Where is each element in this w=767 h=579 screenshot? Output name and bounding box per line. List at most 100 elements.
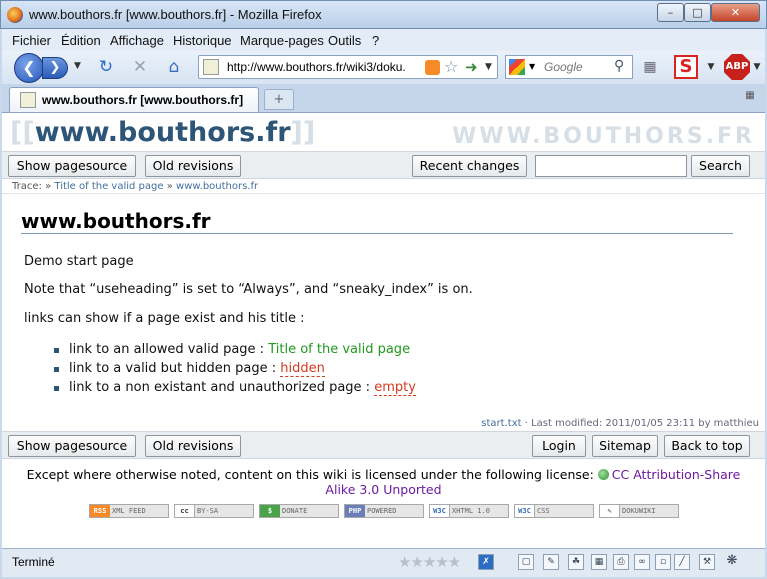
breadcrumb: Trace: » Title of the valid page » www.b…	[12, 181, 258, 192]
minimize-button[interactable]: –	[657, 3, 684, 22]
top-button-bar: Show pagesource Old revisions Recent cha…	[2, 151, 765, 179]
list-bullet	[54, 386, 59, 391]
folder-icon[interactable]: ▫	[655, 554, 671, 570]
stumble-icon[interactable]: S	[674, 55, 698, 79]
tools-icon[interactable]: ⚒	[699, 554, 715, 570]
forward-button[interactable]: ❯	[42, 57, 68, 79]
sitemap-button[interactable]: Sitemap	[592, 435, 658, 457]
license-link-continued[interactable]: Alike 3.0 Unported	[325, 482, 441, 497]
recent-changes-button[interactable]: Recent changes	[412, 155, 527, 177]
bug-icon[interactable]: ❋	[724, 554, 740, 570]
wiki-search-input[interactable]	[535, 155, 687, 177]
addon-icon[interactable]: ✗	[478, 554, 494, 570]
trace-divider	[2, 193, 765, 194]
home-icon[interactable]: ⌂	[164, 57, 184, 77]
valid-page-link[interactable]: Title of the valid page	[268, 342, 410, 357]
license-text: Except where otherwise noted, content on…	[26, 467, 594, 482]
bookmark-star-icon[interactable]: ☆	[444, 57, 458, 76]
old-revisions-button[interactable]: Old revisions	[145, 155, 241, 177]
site-name[interactable]: www.bouthors.fr	[35, 117, 291, 148]
url-text[interactable]: http://www.bouthors.fr/wiki3/doku.	[227, 60, 406, 74]
heading-rule	[21, 233, 733, 234]
list-item-text: link to a valid but hidden page :	[69, 361, 277, 376]
window-title-bar: www.bouthors.fr [www.bouthors.fr] - Mozi…	[0, 0, 767, 29]
list-item: link to an allowed valid page : Title of…	[69, 342, 410, 357]
new-tab-button[interactable]: +	[264, 89, 294, 110]
web-search-box[interactable]: ▼ Google ⚲	[505, 55, 633, 79]
donate-badge[interactable]: $ DONATE	[259, 504, 339, 518]
trace-link-valid-page[interactable]: Title of the valid page	[54, 181, 163, 192]
rating-stars-icon[interactable]: ★★★★★	[398, 553, 461, 571]
dokuwiki-badge[interactable]: ✎ DOKUWIKI	[599, 504, 679, 518]
url-dropdown-icon[interactable]: ▼	[485, 62, 492, 72]
page-icon[interactable]: ▢	[518, 554, 534, 570]
reload-icon[interactable]: ↻	[96, 57, 116, 77]
menu-outils[interactable]: Outils	[328, 33, 361, 48]
adblock-icon[interactable]: ABP	[724, 54, 750, 80]
save-icon[interactable]: ▦	[591, 554, 607, 570]
list-item-text: link to an allowed valid page :	[69, 342, 265, 357]
chart-icon[interactable]: ╱	[674, 554, 690, 570]
empty-page-link[interactable]: empty	[374, 380, 416, 396]
print-icon[interactable]: ⎙	[613, 554, 629, 570]
back-to-top-button[interactable]: Back to top	[664, 435, 750, 457]
rss-badge[interactable]: RSS XML FEED	[89, 504, 169, 518]
css-badge[interactable]: W3C CSS	[514, 504, 594, 518]
menu-marque-pages[interactable]: Marque-pages	[240, 33, 324, 48]
list-item-text: link to a non existant and unauthorized …	[69, 380, 371, 395]
list-bullet	[54, 348, 59, 353]
old-revisions-button-bottom[interactable]: Old revisions	[145, 435, 241, 457]
stop-icon[interactable]: ✕	[130, 57, 150, 77]
paragraph-intro: Demo start page	[24, 254, 134, 269]
menu-historique[interactable]: Historique	[173, 33, 232, 48]
adblock-dropdown-icon[interactable]: ▼	[752, 55, 762, 79]
google-engine-icon[interactable]	[509, 59, 525, 75]
site-logo[interactable]: [[www.bouthors.fr]]	[10, 117, 315, 148]
hidden-page-link[interactable]: hidden	[280, 361, 325, 377]
license-link[interactable]: CC Attribution-Share	[612, 467, 741, 482]
clip-icon[interactable]: ∞	[634, 554, 650, 570]
search-icon[interactable]: ⚲	[614, 58, 624, 74]
close-window-button[interactable]: ✕	[711, 3, 760, 22]
extension-dropdown-icon[interactable]: ▼	[706, 55, 716, 79]
back-button[interactable]: ❮	[14, 53, 44, 83]
bottom-button-bar: Show pagesource Old revisions Login Site…	[2, 431, 765, 459]
site-name-watermark: WWW.BOUTHORS.FR	[452, 124, 755, 149]
rss-feed-icon[interactable]	[425, 60, 440, 75]
menu-bar: Fichier Édition Affichage Historique Mar…	[2, 29, 765, 51]
login-button[interactable]: Login	[532, 435, 586, 457]
php-badge[interactable]: PHP POWERED	[344, 504, 424, 518]
menu-help[interactable]: ?	[372, 33, 379, 48]
status-text: Terminé	[12, 555, 55, 569]
cc-license-badge[interactable]: cc BY-SA	[174, 504, 254, 518]
tree-icon[interactable]: ☘	[568, 554, 584, 570]
menu-edition[interactable]: Édition	[61, 33, 101, 48]
show-pagesource-button-bottom[interactable]: Show pagesource	[8, 435, 136, 457]
trace-separator: »	[45, 181, 52, 192]
address-bar[interactable]: http://www.bouthors.fr/wiki3/doku. ☆ ➜ ▼	[198, 55, 498, 79]
show-pagesource-button[interactable]: Show pagesource	[8, 155, 136, 177]
tab-favicon	[20, 92, 36, 108]
license-notice: Except where otherwise noted, content on…	[2, 467, 765, 497]
status-bar: Terminé ★★★★★ ✗ ▢ ✎ ☘ ▦ ⎙ ∞ ▫ ╱ ⚒ ❋	[2, 548, 765, 577]
logo-bracket-open: [[	[10, 117, 35, 148]
search-placeholder[interactable]: Google	[544, 60, 583, 74]
tab-list-icon[interactable]: ▦	[742, 90, 758, 106]
edit-icon[interactable]: ✎	[543, 554, 559, 570]
menu-affichage[interactable]: Affichage	[110, 33, 164, 48]
grid-icon[interactable]: ▦	[639, 55, 661, 79]
maximize-button[interactable]: □	[684, 3, 711, 22]
source-file-name: start.txt	[481, 418, 522, 429]
paragraph-links-intro: links can show if a page exist and his t…	[24, 311, 305, 326]
trace-separator: »	[166, 181, 173, 192]
go-arrow-icon[interactable]: ➜	[465, 58, 478, 76]
engine-dropdown-icon[interactable]: ▼	[529, 62, 535, 71]
page-title: www.bouthors.fr	[21, 209, 211, 233]
wiki-search-button[interactable]: Search	[691, 155, 750, 177]
last-modified-text: · Last modified: 2011/01/05 23:11 by mat…	[524, 418, 759, 429]
tab-current[interactable]: www.bouthors.fr [www.bouthors.fr]	[9, 87, 259, 112]
trace-current[interactable]: www.bouthors.fr	[176, 181, 258, 192]
xhtml-badge[interactable]: W3C XHTML 1.0	[429, 504, 509, 518]
menu-fichier[interactable]: Fichier	[12, 33, 51, 48]
history-dropdown-icon[interactable]: ▼	[74, 61, 81, 71]
